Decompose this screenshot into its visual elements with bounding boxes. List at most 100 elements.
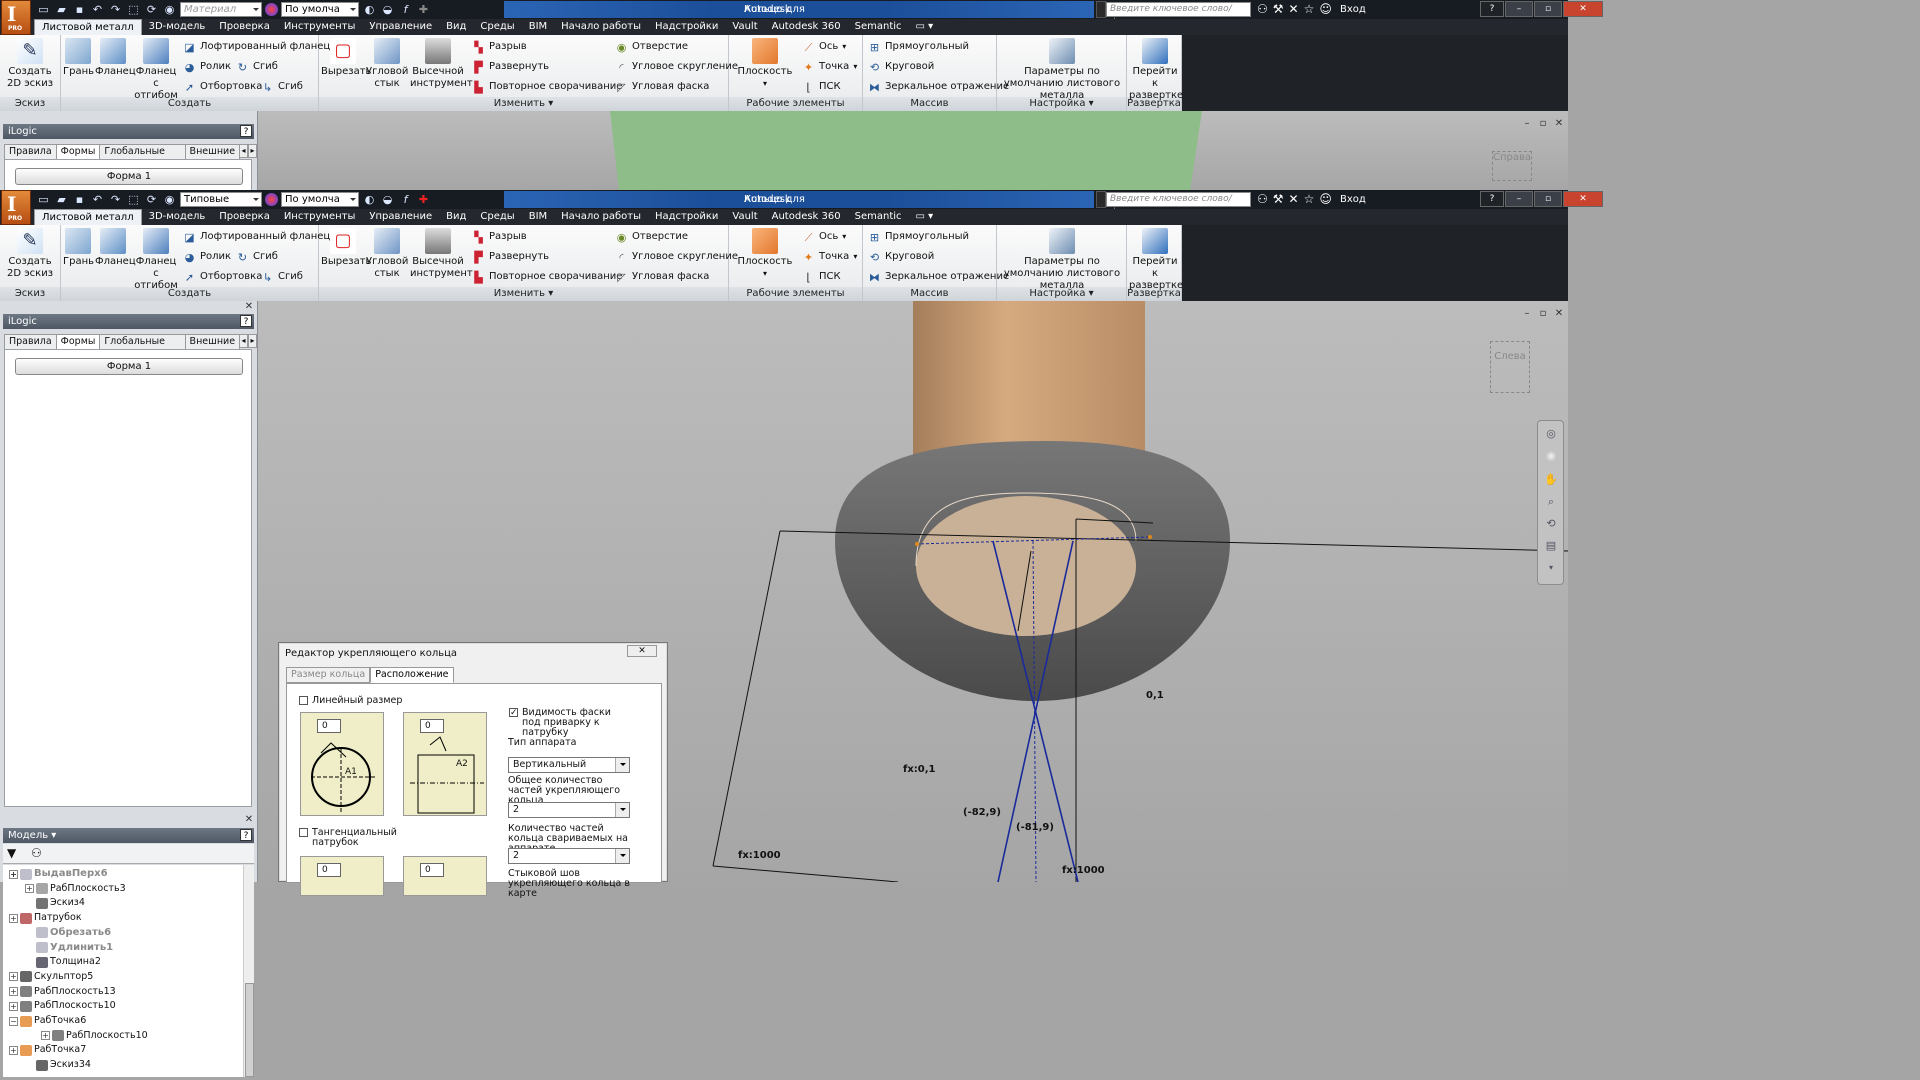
expand-icon[interactable]: + [41,1031,50,1041]
expand-icon[interactable]: + [9,1045,18,1055]
flange-button[interactable]: Фланец [95,38,136,78]
expand-icon[interactable]: + [9,987,18,997]
tab-3[interactable]: Инструменты [277,209,363,225]
tab-1[interactable]: 3D-модель [142,209,213,225]
rectangular-pattern-button[interactable]: ⊞ Прямоугольный [868,228,969,246]
ribbon-options-icon[interactable]: ▭ ▾ [909,209,941,225]
mirror-button[interactable]: ⧓ Зеркальное отражение [868,268,1009,286]
refold-button[interactable]: ▙ Повторное сворачивание [472,78,622,96]
mirror-button[interactable]: ⧓ Зеркальное отражение [868,78,1009,96]
star-icon[interactable]: ☆ [1304,192,1315,207]
circular-pattern-button[interactable]: ⟲ Круговой [868,58,934,76]
wrench-icon[interactable]: ⚒ [1273,2,1284,17]
sheet-metal-defaults-button[interactable]: Параметры по умолчанию листового металла [998,38,1126,102]
ilogic-tab-3[interactable]: Внешние г [184,144,241,171]
unfold-button[interactable]: ▛ Развернуть [472,58,549,76]
minimize-button[interactable]: – [1505,1,1533,17]
viewcube[interactable]: Справа [1492,151,1532,181]
application-menu-button[interactable]: I PRO [1,190,31,225]
tab-scroll-left-icon[interactable]: ◂ [239,334,249,348]
create-2d-sketch-button[interactable]: ✎ Создать 2D эскиз [4,228,56,280]
chamfer-visibility-checkbox[interactable]: ✓ Видимость фаски под приварку к патрубку [509,708,632,738]
steering-wheel-icon[interactable]: ◎ [1544,427,1558,441]
minimize-button[interactable]: – [1505,191,1533,207]
face-button[interactable]: Грань [63,228,94,268]
panel-sketch-label[interactable]: Эскиз [0,97,60,111]
viewport-close-icon[interactable]: ✕ [1554,309,1564,319]
create-2d-sketch-button[interactable]: ✎ Создать 2D эскиз [4,38,56,90]
ribbon-options-icon[interactable]: ▭ ▾ [909,19,941,35]
tree-item[interactable]: + РабПлоскость10 [41,1029,148,1043]
ucs-button[interactable]: ⌊ ПСК [802,78,840,96]
login-link[interactable]: Вход [1340,192,1366,207]
viewport-restore-icon[interactable]: ▫ [1538,309,1548,319]
corner-chamfer-button[interactable]: ◸ Угловая фаска [615,268,709,286]
dimension-chamfer[interactable]: 0,1 [1146,690,1164,701]
tab-7[interactable]: BIM [522,209,554,225]
panel-work-label[interactable]: Рабочие элементы [729,97,862,111]
tab-5[interactable]: Вид [439,19,473,35]
new-icon[interactable]: ▭ [36,3,51,17]
plane-button[interactable]: Плоскость ▾ [735,228,795,280]
add-icon[interactable]: ✚ [416,193,431,207]
tree-scrollbar[interactable] [243,865,254,1077]
find-icon[interactable]: ⚇ [31,846,42,860]
save-icon[interactable]: ▪ [72,3,87,17]
contour-flange-button[interactable]: Фланец с отгибом [133,38,179,102]
viewport-close-icon[interactable]: ✕ [1554,119,1564,129]
contour-flange-button[interactable]: Фланец с отгибом [133,228,179,292]
material-combo[interactable]: Материал [180,2,262,17]
zoom-icon[interactable]: ⌕ [1544,495,1558,509]
axis-button[interactable]: ⟋ Ось ▾ [802,228,847,246]
axis-button[interactable]: ⟋ Ось ▾ [802,38,847,56]
punch-tool-button[interactable]: Высечной инструмент [410,38,473,90]
rectangular-pattern-button[interactable]: ⊞ Прямоугольный [868,38,969,56]
lofted-flange-button[interactable]: ◪ Лофтированный фланец [183,38,330,56]
viewport-restore-icon[interactable]: ▫ [1538,119,1548,129]
viewport-minimize-icon[interactable]: – [1522,119,1532,129]
customize-icon[interactable]: ▾ [1544,563,1558,577]
panel-work-label[interactable]: Рабочие элементы [729,287,862,301]
tree-item[interactable]: + РабПлоскость13 [9,985,116,999]
bend-button[interactable]: ↳ Сгиб [261,78,303,96]
look-at-icon[interactable]: ▤ [1544,539,1558,553]
hem-button[interactable]: ➚ Отбортовка [183,78,262,96]
orbit-icon[interactable]: ⟲ [1544,517,1558,531]
user-icon[interactable]: ☺ [1319,2,1332,17]
model-browser-title[interactable]: Модель ▾? [3,828,254,843]
binoculars-icon[interactable]: ⚇ [1257,192,1268,207]
tab-10[interactable]: Vault [725,209,764,225]
tab-3[interactable]: Инструменты [277,19,363,35]
tree-item[interactable]: + РабПлоскость10 [9,999,116,1013]
ucs-button[interactable]: ⌊ ПСК [802,268,840,286]
save-icon[interactable]: ▪ [72,193,87,207]
restore-button[interactable]: ▫ [1534,191,1562,207]
panel-create-label[interactable]: Создать [61,287,318,301]
ilogic-tab-2[interactable]: Глобальные формы [99,334,186,361]
appearance-combo[interactable]: По умолча [281,192,359,207]
search-input[interactable]: Введите ключевое слово/фразу [1106,192,1251,217]
ilogic-tab-0[interactable]: Правила [4,334,57,350]
panel-pattern-label[interactable]: Массив [863,287,996,301]
help-icon[interactable]: ? [240,829,252,841]
update-icon[interactable]: ⟳ [144,3,159,17]
tree-item[interactable]: − РабТочка6 [9,1014,86,1028]
appearance-combo[interactable]: По умолча [281,2,359,17]
wrench-icon[interactable]: ⚒ [1273,192,1284,207]
undo-icon[interactable]: ↶ [90,193,105,207]
pan-icon[interactable]: ✋ [1544,473,1558,487]
corner-seam-button[interactable]: Угловой стык [366,228,408,280]
tab-0[interactable]: Листовой металл [34,209,142,225]
exchange-icon[interactable]: ✕ [1289,192,1299,207]
apparatus-type-select[interactable]: Вертикальный [508,757,630,773]
undo-icon[interactable]: ↶ [90,3,105,17]
b1-value[interactable]: 0 [317,863,341,877]
viewport-minimize-icon[interactable]: – [1522,309,1532,319]
close-button[interactable]: ✕ [1563,191,1603,207]
help-icon[interactable]: ? [240,125,252,137]
exchange-icon[interactable]: ✕ [1289,2,1299,17]
dimension-length-2[interactable]: fx:1000 [1062,865,1105,876]
fx-icon[interactable]: f [398,3,413,17]
fold-button[interactable]: ↻ Сгиб [236,248,278,266]
filter-icon[interactable]: ▼ [7,846,16,860]
